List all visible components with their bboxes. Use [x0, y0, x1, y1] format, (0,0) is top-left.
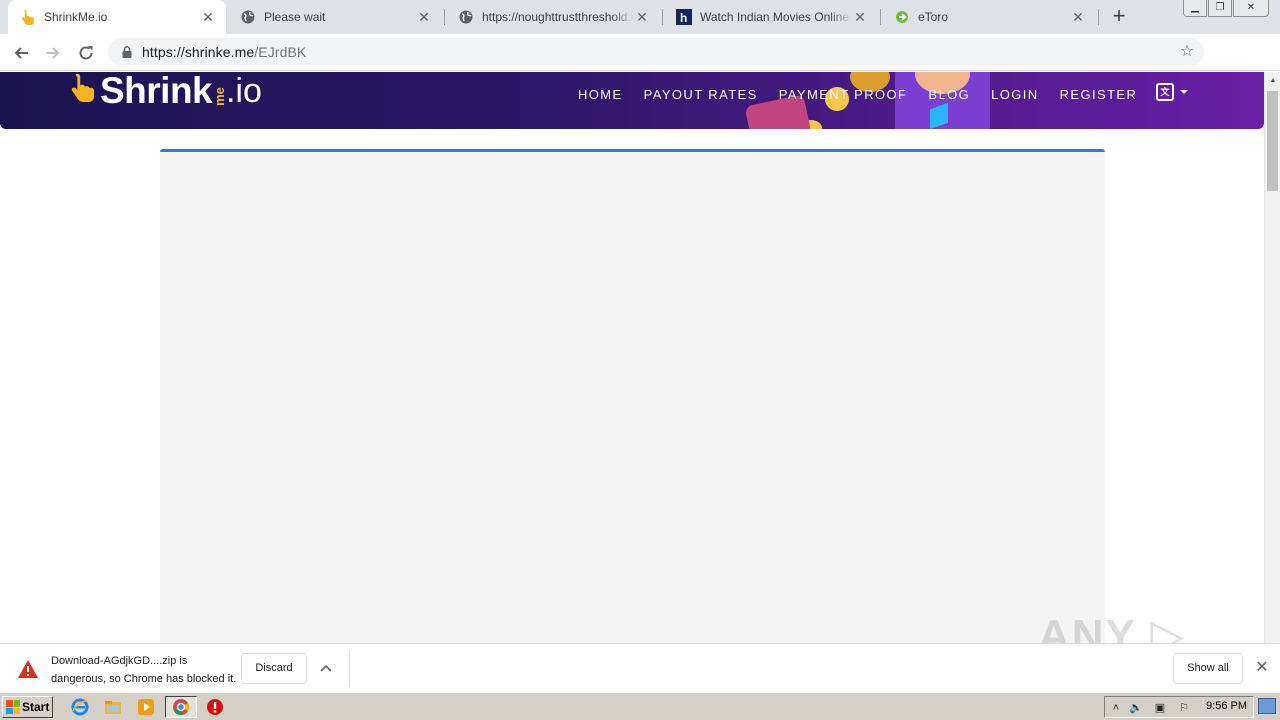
windows-logo-icon	[6, 700, 20, 714]
hand-pointer-icon	[68, 72, 98, 110]
url-path: /EJrdBK	[254, 44, 307, 60]
close-tab-icon[interactable]: ✕	[1070, 9, 1086, 25]
url-host: https://shrinke.me	[142, 44, 255, 60]
content-panel	[160, 149, 1105, 643]
internet-explorer-icon[interactable]	[71, 698, 89, 716]
browser-toolbar: https://shrinke.me/EJrdBK ☆	[0, 34, 1280, 98]
show-all-button[interactable]: Show all	[1173, 653, 1243, 684]
translate-icon: 文	[1156, 83, 1174, 101]
nav-blog[interactable]: BLOG	[928, 87, 970, 102]
site-logo[interactable]: Shrink me .io	[68, 72, 262, 110]
start-button[interactable]: Start	[2, 696, 53, 718]
tab-title: Please wait	[264, 10, 326, 24]
chrome-icon	[173, 699, 190, 716]
download-warning-line: Download-AGdjkGD....zip is	[51, 655, 188, 667]
media-player-icon[interactable]	[137, 698, 155, 716]
tab-title: ShrinkMe.io	[44, 10, 108, 24]
browser-tab-strip: ShrinkMe.io ✕ Please wait ✕ https://noug…	[0, 0, 1280, 34]
main-nav: HOME PAYOUT RATES PAYMENT PROOF BLOG LOG…	[578, 85, 1158, 103]
divider	[349, 650, 350, 687]
logo-me-text: me	[212, 87, 228, 106]
warning-icon	[18, 660, 38, 678]
site-header: Shrink me .io HOME PAYOUT RATES PAYMENT …	[0, 72, 1264, 129]
chevron-up-icon[interactable]: ˄	[1109, 701, 1123, 715]
tab-separator	[662, 9, 663, 25]
globe-icon	[240, 9, 256, 25]
clock[interactable]: 9:56 PM	[1206, 700, 1247, 712]
tab-etoro[interactable]: eToro ✕	[882, 0, 1096, 34]
forward-button[interactable]	[40, 40, 66, 66]
scroll-up-icon[interactable]: ▲	[1265, 72, 1280, 89]
download-warning-text: Download-AGdjkGD....zip is dangerous, so…	[51, 652, 236, 688]
system-tray: ˄ 🔈 ▣ ⚐ 9:56 PM	[1104, 696, 1254, 718]
close-tab-icon[interactable]: ✕	[416, 9, 432, 25]
hand-pointer-icon	[20, 9, 36, 25]
page-scrollbar[interactable]: ▲	[1264, 72, 1280, 643]
chevron-up-icon[interactable]	[317, 659, 335, 677]
tab-indian-movies[interactable]: h Watch Indian Movies Online – S ✕	[664, 0, 878, 34]
tab-title: eToro	[918, 10, 949, 24]
arrow-right-icon	[46, 47, 60, 59]
close-window-icon[interactable]: ✕	[1233, 0, 1269, 17]
globe-icon	[458, 9, 474, 25]
tab-separator	[1098, 9, 1099, 25]
reload-icon	[79, 46, 93, 60]
download-warning-line: dangerous, so Chrome has blocked it.	[51, 673, 237, 685]
minimize-icon[interactable]: ▁	[1183, 0, 1207, 17]
nav-payment-proof[interactable]: PAYMENT PROOF	[779, 87, 908, 102]
show-desktop-button[interactable]	[1258, 698, 1276, 714]
lock-icon	[122, 46, 132, 58]
window-controls: ▁ ❐ ✕	[1182, 0, 1269, 18]
discard-button[interactable]: Discard	[241, 653, 307, 684]
tab-shrinkme[interactable]: ShrinkMe.io ✕	[8, 0, 226, 34]
new-tab-button[interactable]: +	[1108, 5, 1130, 28]
close-tab-icon[interactable]: ✕	[200, 9, 216, 25]
logo-text: Shrink	[100, 72, 213, 111]
tab-separator	[444, 9, 445, 25]
h-logo-icon: h	[676, 9, 692, 25]
etoro-icon	[894, 9, 910, 25]
close-tab-icon[interactable]: ✕	[852, 9, 868, 25]
tab-please-wait[interactable]: Please wait ✕	[228, 0, 442, 34]
network-icon[interactable]: ▣	[1153, 701, 1167, 715]
action-center-flag-icon[interactable]: ⚐	[1177, 701, 1191, 715]
url-text: https://shrinke.me/EJrdBK	[142, 44, 306, 60]
nav-login[interactable]: LOGIN	[991, 87, 1038, 102]
web-page: Shrink me .io HOME PAYOUT RATES PAYMENT …	[0, 72, 1264, 643]
close-tab-icon[interactable]: ✕	[634, 9, 650, 25]
close-download-bar-icon[interactable]: ✕	[1252, 658, 1272, 678]
start-label: Start	[22, 700, 50, 714]
file-explorer-icon[interactable]	[104, 698, 122, 716]
download-bar: Download-AGdjkGD....zip is dangerous, so…	[0, 643, 1280, 692]
opera-icon[interactable]	[206, 698, 224, 716]
tab-separator	[880, 9, 881, 25]
logo-io-text: .io	[225, 72, 262, 110]
restore-icon[interactable]: ❐	[1208, 0, 1232, 17]
windows-taskbar: Start ˄ 🔈 ▣ ⚐ 9:56 PM	[0, 692, 1280, 720]
nav-home[interactable]: HOME	[578, 87, 623, 102]
nav-register[interactable]: REGISTER	[1060, 87, 1138, 102]
nav-payout-rates[interactable]: PAYOUT RATES	[644, 87, 758, 102]
taskbar-chrome-button[interactable]	[165, 696, 197, 718]
back-button[interactable]	[8, 40, 34, 66]
language-selector[interactable]: 文	[1156, 83, 1188, 101]
scrollbar-thumb[interactable]	[1267, 91, 1278, 191]
reload-button[interactable]	[73, 40, 99, 66]
tab-title: https://noughttrustthreshold.co	[482, 10, 634, 24]
bookmark-star-icon[interactable]: ☆	[1178, 43, 1196, 61]
svg-text:h: h	[680, 11, 687, 25]
tab-title: Watch Indian Movies Online – S	[700, 10, 852, 24]
caret-down-icon	[1180, 90, 1188, 94]
address-bar[interactable]: https://shrinke.me/EJrdBK ☆	[108, 38, 1204, 66]
tab-noughttrust[interactable]: https://noughttrustthreshold.co ✕	[446, 0, 660, 34]
volume-icon[interactable]: 🔈	[1129, 701, 1143, 715]
arrow-left-icon	[14, 47, 28, 59]
